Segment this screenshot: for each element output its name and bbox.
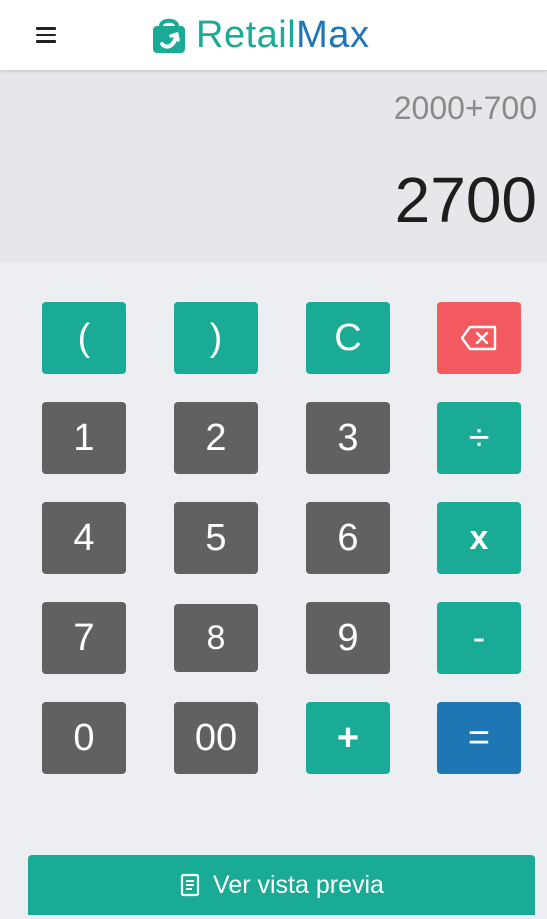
digit-9-button[interactable]: 9 xyxy=(306,602,390,674)
brand-name-part2: Max xyxy=(296,14,370,56)
menu-bar xyxy=(36,33,56,37)
backspace-button[interactable] xyxy=(437,302,521,374)
minus-button[interactable]: - xyxy=(437,602,521,674)
digit-7-button[interactable]: 7 xyxy=(42,602,126,674)
app-header: RetailMax xyxy=(0,0,547,70)
hamburger-menu-icon[interactable] xyxy=(26,18,66,52)
digit-0-button[interactable]: 0 xyxy=(42,702,126,774)
plus-button[interactable]: + xyxy=(306,702,390,774)
digit-4-button[interactable]: 4 xyxy=(42,502,126,574)
digit-5-button[interactable]: 5 xyxy=(174,502,258,574)
calculator-display: 2000+700 2700 xyxy=(0,70,547,262)
receipt-icon xyxy=(180,873,200,897)
brand-logo: RetailMax xyxy=(148,10,369,60)
digit-8-button[interactable]: 8 xyxy=(174,604,258,672)
menu-bar xyxy=(36,40,56,43)
shopping-bag-icon xyxy=(153,18,185,53)
digit-2-button[interactable]: 2 xyxy=(174,402,258,474)
open-paren-button[interactable]: ( xyxy=(42,302,126,374)
preview-button-label: Ver vista previa xyxy=(213,870,384,899)
close-paren-button[interactable]: ) xyxy=(174,302,258,374)
brand-name-part1: Retail xyxy=(196,14,297,56)
multiply-button[interactable]: x xyxy=(437,502,521,574)
result-text: 2700 xyxy=(394,164,537,236)
backspace-icon xyxy=(460,325,497,351)
digit-1-button[interactable]: 1 xyxy=(42,402,126,474)
digit-3-button[interactable]: 3 xyxy=(306,402,390,474)
divide-button[interactable]: ÷ xyxy=(437,402,521,474)
brand-name: RetailMax xyxy=(196,16,369,54)
equals-button[interactable]: = xyxy=(437,702,521,774)
digit-6-button[interactable]: 6 xyxy=(306,502,390,574)
preview-button[interactable]: Ver vista previa xyxy=(28,855,535,915)
double-zero-button[interactable]: 00 xyxy=(174,702,258,774)
clear-button[interactable]: C xyxy=(306,302,390,374)
menu-bar xyxy=(36,27,56,30)
expression-text: 2000+700 xyxy=(393,90,537,126)
